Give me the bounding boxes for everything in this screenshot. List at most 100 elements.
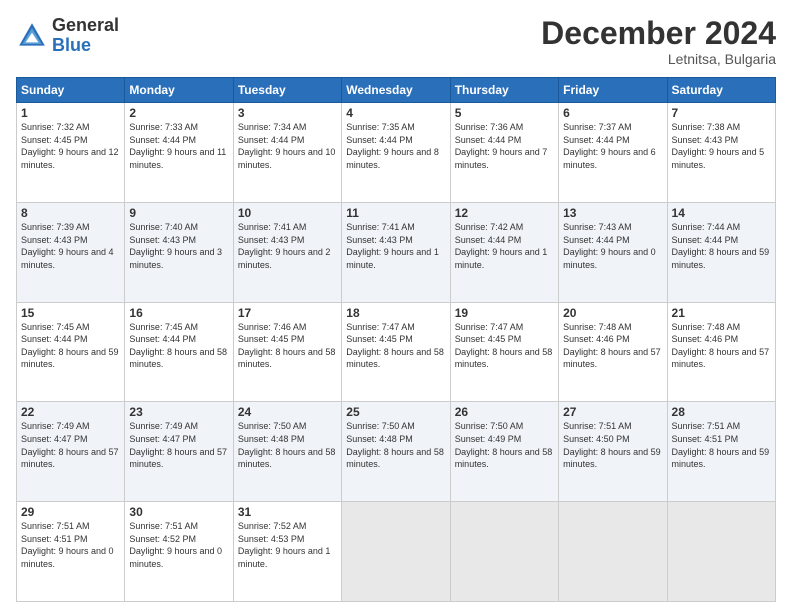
calendar-week-row: 8Sunrise: 7:39 AMSunset: 4:43 PMDaylight…: [17, 202, 776, 302]
table-row: [342, 502, 450, 602]
day-info: Sunrise: 7:48 AMSunset: 4:46 PMDaylight:…: [672, 321, 771, 371]
logo-icon: [16, 20, 48, 52]
table-row: 11Sunrise: 7:41 AMSunset: 4:43 PMDayligh…: [342, 202, 450, 302]
calendar: Sunday Monday Tuesday Wednesday Thursday…: [16, 77, 776, 602]
day-number: 13: [563, 206, 662, 220]
day-info: Sunrise: 7:42 AMSunset: 4:44 PMDaylight:…: [455, 221, 554, 271]
day-number: 1: [21, 106, 120, 120]
day-number: 30: [129, 505, 228, 519]
day-number: 12: [455, 206, 554, 220]
table-row: 3Sunrise: 7:34 AMSunset: 4:44 PMDaylight…: [233, 103, 341, 203]
day-number: 8: [21, 206, 120, 220]
table-row: 12Sunrise: 7:42 AMSunset: 4:44 PMDayligh…: [450, 202, 558, 302]
day-number: 15: [21, 306, 120, 320]
table-row: 5Sunrise: 7:36 AMSunset: 4:44 PMDaylight…: [450, 103, 558, 203]
table-row: 6Sunrise: 7:37 AMSunset: 4:44 PMDaylight…: [559, 103, 667, 203]
page: General Blue December 2024 Letnitsa, Bul…: [0, 0, 792, 612]
table-row: 15Sunrise: 7:45 AMSunset: 4:44 PMDayligh…: [17, 302, 125, 402]
day-info: Sunrise: 7:51 AMSunset: 4:50 PMDaylight:…: [563, 420, 662, 470]
table-row: 2Sunrise: 7:33 AMSunset: 4:44 PMDaylight…: [125, 103, 233, 203]
table-row: 4Sunrise: 7:35 AMSunset: 4:44 PMDaylight…: [342, 103, 450, 203]
day-info: Sunrise: 7:44 AMSunset: 4:44 PMDaylight:…: [672, 221, 771, 271]
table-row: 24Sunrise: 7:50 AMSunset: 4:48 PMDayligh…: [233, 402, 341, 502]
day-info: Sunrise: 7:51 AMSunset: 4:51 PMDaylight:…: [21, 520, 120, 570]
day-info: Sunrise: 7:50 AMSunset: 4:49 PMDaylight:…: [455, 420, 554, 470]
table-row: 10Sunrise: 7:41 AMSunset: 4:43 PMDayligh…: [233, 202, 341, 302]
day-number: 29: [21, 505, 120, 519]
table-row: 25Sunrise: 7:50 AMSunset: 4:48 PMDayligh…: [342, 402, 450, 502]
calendar-header-row: Sunday Monday Tuesday Wednesday Thursday…: [17, 78, 776, 103]
day-number: 28: [672, 405, 771, 419]
table-row: 30Sunrise: 7:51 AMSunset: 4:52 PMDayligh…: [125, 502, 233, 602]
day-info: Sunrise: 7:51 AMSunset: 4:52 PMDaylight:…: [129, 520, 228, 570]
day-info: Sunrise: 7:35 AMSunset: 4:44 PMDaylight:…: [346, 121, 445, 171]
day-info: Sunrise: 7:45 AMSunset: 4:44 PMDaylight:…: [129, 321, 228, 371]
col-saturday: Saturday: [667, 78, 775, 103]
table-row: 13Sunrise: 7:43 AMSunset: 4:44 PMDayligh…: [559, 202, 667, 302]
day-number: 24: [238, 405, 337, 419]
day-info: Sunrise: 7:33 AMSunset: 4:44 PMDaylight:…: [129, 121, 228, 171]
day-number: 25: [346, 405, 445, 419]
day-info: Sunrise: 7:41 AMSunset: 4:43 PMDaylight:…: [238, 221, 337, 271]
table-row: 22Sunrise: 7:49 AMSunset: 4:47 PMDayligh…: [17, 402, 125, 502]
day-number: 4: [346, 106, 445, 120]
calendar-week-row: 15 Sunrise: 7:45 AMSunset: 4:44 PMDayligh…: [17, 302, 776, 402]
day-info: Sunrise: 7:47 AMSunset: 4:45 PMDaylight:…: [455, 321, 554, 371]
table-row: 21Sunrise: 7:48 AMSunset: 4:46 PMDayligh…: [667, 302, 775, 402]
table-row: 27Sunrise: 7:51 AMSunset: 4:50 PMDayligh…: [559, 402, 667, 502]
day-number: 19: [455, 306, 554, 320]
table-row: 7Sunrise: 7:38 AMSunset: 4:43 PMDaylight…: [667, 103, 775, 203]
day-number: 18: [346, 306, 445, 320]
day-number: 7: [672, 106, 771, 120]
header: General Blue December 2024 Letnitsa, Bul…: [16, 16, 776, 67]
day-number: 5: [455, 106, 554, 120]
day-number: 3: [238, 106, 337, 120]
day-info: Sunrise: 7:43 AMSunset: 4:44 PMDaylight:…: [563, 221, 662, 271]
table-row: 16Sunrise: 7:45 AMSunset: 4:44 PMDayligh…: [125, 302, 233, 402]
day-number: 2: [129, 106, 228, 120]
day-number: 27: [563, 405, 662, 419]
day-info: Sunrise: 7:48 AMSunset: 4:46 PMDaylight:…: [563, 321, 662, 371]
logo-blue-text: Blue: [52, 35, 91, 55]
month-title: December 2024: [541, 16, 776, 51]
day-info: Sunrise: 7:38 AMSunset: 4:43 PMDaylight:…: [672, 121, 771, 171]
day-number: 20: [563, 306, 662, 320]
day-number: 6: [563, 106, 662, 120]
table-row: 1Sunrise: 7:32 AMSunset: 4:45 PMDaylight…: [17, 103, 125, 203]
day-number: 10: [238, 206, 337, 220]
table-row: 17Sunrise: 7:46 AMSunset: 4:45 PMDayligh…: [233, 302, 341, 402]
location: Letnitsa, Bulgaria: [541, 51, 776, 67]
day-number: 11: [346, 206, 445, 220]
day-info: Sunrise: 7:46 AMSunset: 4:45 PMDaylight:…: [238, 321, 337, 371]
calendar-week-row: 1Sunrise: 7:32 AMSunset: 4:45 PMDaylight…: [17, 103, 776, 203]
day-number: 31: [238, 505, 337, 519]
col-sunday: Sunday: [17, 78, 125, 103]
day-number: 16: [129, 306, 228, 320]
table-row: [667, 502, 775, 602]
table-row: 9Sunrise: 7:40 AMSunset: 4:43 PMDaylight…: [125, 202, 233, 302]
calendar-week-row: 22Sunrise: 7:49 AMSunset: 4:47 PMDayligh…: [17, 402, 776, 502]
day-info: Sunrise: 7:41 AMSunset: 4:43 PMDaylight:…: [346, 221, 445, 271]
col-wednesday: Wednesday: [342, 78, 450, 103]
table-row: 26Sunrise: 7:50 AMSunset: 4:49 PMDayligh…: [450, 402, 558, 502]
table-row: 19Sunrise: 7:47 AMSunset: 4:45 PMDayligh…: [450, 302, 558, 402]
table-row: [450, 502, 558, 602]
table-row: 29Sunrise: 7:51 AMSunset: 4:51 PMDayligh…: [17, 502, 125, 602]
day-number: 23: [129, 405, 228, 419]
logo: General Blue: [16, 16, 119, 56]
day-number: 22: [21, 405, 120, 419]
day-info: Sunrise: 7:49 AMSunset: 4:47 PMDaylight:…: [21, 420, 120, 470]
day-info: Sunrise: 7:32 AMSunset: 4:45 PMDaylight:…: [21, 121, 120, 171]
day-info: Sunrise: 7:50 AMSunset: 4:48 PMDaylight:…: [238, 420, 337, 470]
table-row: 23Sunrise: 7:49 AMSunset: 4:47 PMDayligh…: [125, 402, 233, 502]
day-info: Sunrise: 7:34 AMSunset: 4:44 PMDaylight:…: [238, 121, 337, 171]
day-info: Sunrise: 7:50 AMSunset: 4:48 PMDaylight:…: [346, 420, 445, 470]
col-monday: Monday: [125, 78, 233, 103]
calendar-week-row: 29Sunrise: 7:51 AMSunset: 4:51 PMDayligh…: [17, 502, 776, 602]
day-info: Sunrise: 7:51 AMSunset: 4:51 PMDaylight:…: [672, 420, 771, 470]
table-row: 31Sunrise: 7:52 AMSunset: 4:53 PMDayligh…: [233, 502, 341, 602]
col-friday: Friday: [559, 78, 667, 103]
col-thursday: Thursday: [450, 78, 558, 103]
table-row: [559, 502, 667, 602]
day-number: 26: [455, 405, 554, 419]
